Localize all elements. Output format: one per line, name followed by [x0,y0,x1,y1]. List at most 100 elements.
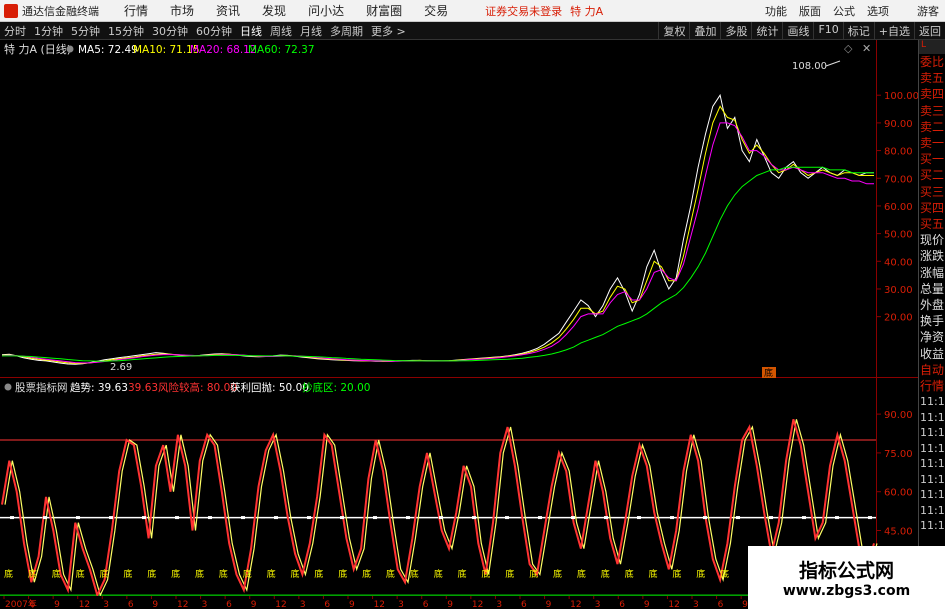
period-multi[interactable]: 多周期 [326,23,367,39]
bottom-mark: 底 [100,568,109,580]
midline-dot [571,516,575,520]
period-1min[interactable]: 1分钟 [30,23,67,39]
bottom-mark: 底 [434,568,443,580]
menu-options[interactable]: 选项 [867,3,889,19]
midline-dot [274,516,278,520]
price-y-tick-label: 40.00 [884,257,913,268]
side-panel-head: L [919,40,945,54]
x-tick-label: 9 [546,600,552,609]
tick-time: 11:1 [920,503,945,517]
bottom-mark: 底 [76,568,85,580]
bottom-mark: 底 [625,568,634,580]
bottom-mark: 底 [577,568,586,580]
bottom-mark: 底 [267,568,276,580]
title-bar: 通达信金融终端 行情 市场 资讯 发现 问小达 财富圈 交易 证券交易未登录 特… [0,0,945,22]
bottom-mark: 底 [291,568,300,580]
bottom-mark: 底 [649,568,658,580]
current-stock-name: 特 力A [570,4,604,18]
x-tick-label: 3 [595,600,601,609]
side-panel-tab[interactable]: 自动 [919,362,945,378]
midline-dot [637,516,641,520]
menu-layout[interactable]: 版面 [799,3,821,19]
guest-user[interactable]: 游客 [917,3,939,19]
price-chart[interactable]: 20.00 30.00 40.00 50.00 60.00 70.00 80.00 90.00… [0,40,918,378]
menu-market[interactable]: 市场 [170,2,194,19]
menu-quotes[interactable]: 行情 [124,2,148,19]
trend-value-legend: 39.63 [128,382,158,394]
menu-formula[interactable]: 公式 [833,3,855,19]
close-icon[interactable]: ✕ [862,42,871,55]
tick-time: 11:1 [920,441,945,455]
x-tick-label: 3 [300,600,306,609]
quote-side-panel: L 委比 卖五 卖四 卖三 卖二 卖一 买一 买二 买三 买四 买五 现价 涨跌 涨幅 总量 外盘 换手 净资 收益… [918,40,945,609]
low-price-label: 2.69 [110,362,132,373]
side-panel-item: 买五 [920,217,945,232]
high-risk-legend: 风险较高: 80.00 [158,381,237,394]
tool-stats[interactable]: 统计 [751,22,782,40]
bottom-mark: 底 [219,568,228,580]
period-30min[interactable]: 30分钟 [148,23,192,39]
period-weekly[interactable]: 周线 [266,23,296,39]
price-y-tick-label: 30.00 [884,285,913,296]
period-monthly[interactable]: 月线 [296,23,326,39]
midline-dot [604,516,608,520]
side-panel-item: 卖四 [920,87,945,102]
period-15min[interactable]: 15分钟 [104,23,148,39]
tool-back[interactable]: 返回 [914,22,945,40]
tool-f10[interactable]: F10 [813,22,842,40]
x-tick-label: 9 [54,600,60,609]
midline-dot [208,516,212,520]
menu-ask[interactable]: 问小达 [308,2,344,19]
price-y-tick-label: 100.00 [884,91,918,102]
tool-adjust[interactable]: 复权 [658,22,689,40]
tool-multi-stock[interactable]: 多股 [720,22,751,40]
menu-news[interactable]: 资讯 [216,2,240,19]
x-tick-label: 9 [152,600,158,609]
x-tick-label: 12 [472,600,483,609]
buy-bottom-legend: 抄底区: 20.00 [302,381,370,394]
tool-overlay[interactable]: 叠加 [689,22,720,40]
tool-mark[interactable]: 标记 [842,22,874,40]
tool-add-watchlist[interactable]: +自选 [873,22,914,40]
x-tick-label: 12 [570,600,581,609]
x-tick-label: 3 [202,600,208,609]
side-panel-item: 外盘 [920,298,945,313]
indicator-settings-icon[interactable] [4,383,12,391]
price-y-tick-label: 50.00 [884,230,913,241]
midline-dot [703,516,707,520]
side-panel-item: 收益 [920,346,945,361]
period-daily[interactable]: 日线 [236,23,266,39]
menu-trade[interactable]: 交易 [424,2,448,19]
period-60min[interactable]: 60分钟 [192,23,236,39]
midline-dot [505,516,509,520]
tool-draw[interactable]: 画线 [782,22,813,40]
midline-dot [868,516,872,520]
side-panel-item: 卖二 [920,119,945,134]
midline-dot [802,516,806,520]
period-more[interactable]: 更多 > [367,23,410,39]
settings-dot-icon[interactable] [66,45,74,53]
menu-wealth[interactable]: 财富圈 [366,2,402,19]
watermark-title: 指标公式网 [798,560,894,582]
period-5min[interactable]: 5分钟 [67,23,104,39]
price-y-tick-label: 70.00 [884,174,913,185]
period-intraday[interactable]: 分时 [0,23,30,39]
tick-time: 11:1 [920,426,945,440]
bottom-mark: 底 [672,568,681,580]
bottom-mark: 底 [529,568,538,580]
midline-dot [373,516,377,520]
side-panel-tab[interactable]: 行情 [919,378,945,394]
midline-dot [406,516,410,520]
midline-dot [670,516,674,520]
diamond-icon[interactable]: ◇ [844,42,853,55]
bottom-mark: 底 [195,568,204,580]
side-panel-item: 换手 [920,314,945,329]
menu-function[interactable]: 功能 [765,3,787,19]
menu-discover[interactable]: 发现 [262,2,286,19]
watermark-url: www.zbgs3.com [782,583,911,599]
x-tick-label: 12 [79,600,90,609]
login-notice[interactable]: 证券交易未登录 [485,3,562,19]
x-tick-label: 6 [423,600,429,609]
x-tick-label: 9 [251,600,257,609]
bottom-mark: 底 [52,568,61,580]
